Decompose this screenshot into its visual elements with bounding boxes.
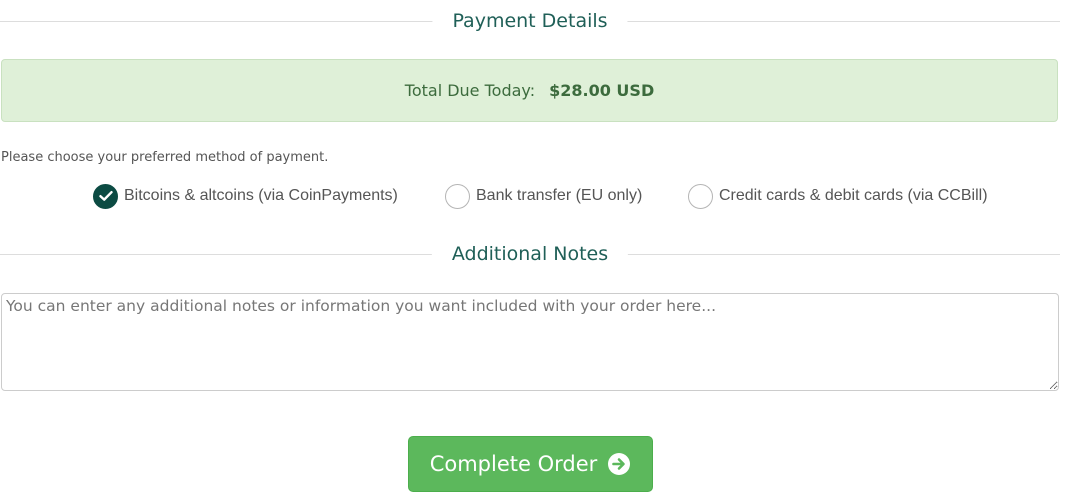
total-due-label: Total Due Today:: [404, 81, 536, 100]
payment-details-heading: Payment Details: [0, 10, 1060, 32]
additional-notes-heading: Additional Notes: [0, 243, 1060, 265]
total-due-banner: Total Due Today: $28.00 USD: [1, 59, 1058, 122]
radio-checked-icon[interactable]: [93, 183, 118, 209]
arrow-circle-right-icon: [608, 453, 631, 475]
total-due-amount: $28.00 USD: [549, 81, 655, 100]
payment-method-label: Bank transfer (EU only): [476, 187, 643, 204]
complete-order-label: Complete Order: [429, 452, 598, 476]
radio-unchecked-icon[interactable]: [688, 183, 713, 209]
payment-details-title: Payment Details: [432, 10, 628, 32]
payment-method-instruction: Please choose your preferred method of p…: [1, 150, 329, 165]
additional-notes-textarea[interactable]: [1, 293, 1059, 391]
additional-notes-title: Additional Notes: [431, 243, 629, 265]
payment-method-bank-transfer[interactable]: Bank transfer (EU only): [445, 182, 642, 210]
complete-order-button[interactable]: Complete Order: [408, 436, 653, 492]
payment-method-label: Credit cards & debit cards (via CCBill): [719, 187, 988, 204]
payment-method-coinpayments[interactable]: Bitcoins & altcoins (via CoinPayments): [93, 182, 398, 210]
payment-method-ccbill[interactable]: Credit cards & debit cards (via CCBill): [688, 182, 988, 210]
radio-unchecked-icon[interactable]: [445, 183, 470, 209]
checkmark-icon: [98, 191, 113, 201]
payment-method-label: Bitcoins & altcoins (via CoinPayments): [124, 187, 398, 204]
